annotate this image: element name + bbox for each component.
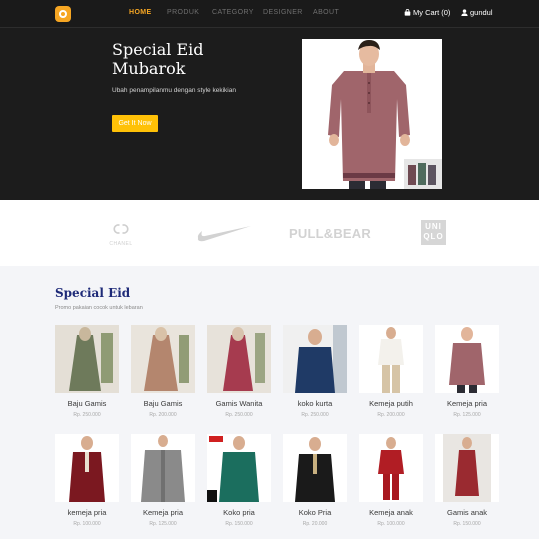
nike-swoosh-icon bbox=[197, 226, 251, 242]
user-name: gundul bbox=[470, 8, 493, 17]
product-card[interactable]: koko kurta Rp. 250.000 bbox=[283, 325, 347, 418]
product-card[interactable]: Kemeja anak Rp. 100.000 bbox=[359, 434, 423, 527]
shopping-bag-icon bbox=[404, 9, 411, 16]
product-name[interactable]: kemeja pria bbox=[55, 508, 119, 517]
special-eid-section: Special Eid Promo pakaian cocok untuk le… bbox=[0, 266, 539, 539]
product-price: Rp. 250.000 bbox=[225, 412, 253, 418]
nav-link-produk[interactable]: PRODUK bbox=[167, 9, 199, 16]
cart-label: My Cart bbox=[413, 8, 440, 17]
product-image[interactable] bbox=[55, 434, 119, 502]
product-name[interactable]: Kemeja pria bbox=[435, 399, 499, 408]
nav-link-category[interactable]: CATEGORY bbox=[212, 9, 254, 16]
brand-nike[interactable] bbox=[196, 223, 252, 248]
product-name[interactable]: Gamis Wanita bbox=[207, 399, 271, 408]
product-price: Rp. 20.000 bbox=[302, 521, 328, 527]
product-price: Rp. 150.000 bbox=[453, 521, 481, 527]
brand-uniqlo[interactable]: UNI QLO bbox=[421, 220, 446, 245]
hero-banner: Special Eid Mubarok Ubah penampilanmu de… bbox=[0, 28, 539, 200]
product-price: Rp. 250.000 bbox=[301, 412, 329, 418]
user-menu[interactable]: gundul bbox=[461, 8, 493, 17]
hero-product-image[interactable] bbox=[302, 39, 442, 189]
product-image[interactable] bbox=[55, 325, 119, 393]
hero-subtitle: Ubah penampilanmu dengan style kekikian bbox=[112, 87, 236, 94]
nav-link-home[interactable]: HOME bbox=[129, 9, 152, 16]
product-card[interactable]: Koko Pria Rp. 20.000 bbox=[283, 434, 347, 527]
product-card[interactable]: Baju Gamis Rp. 250.000 bbox=[55, 325, 119, 418]
product-image[interactable] bbox=[207, 434, 271, 502]
brand-chanel[interactable]: CHANEL bbox=[105, 222, 137, 247]
cart-count: (0) bbox=[441, 8, 451, 17]
product-card[interactable]: kemeja pria Rp. 100.000 bbox=[55, 434, 119, 527]
product-price: Rp. 125.000 bbox=[149, 521, 177, 527]
nav-link-about[interactable]: ABOUT bbox=[313, 9, 339, 16]
brand-pull-and-bear[interactable]: PULL&BEAR bbox=[289, 226, 371, 241]
brand-uniqlo-label: UNI QLO bbox=[423, 222, 444, 241]
product-name[interactable]: Kemeja putih bbox=[359, 399, 423, 408]
product-name[interactable]: Gamis anak bbox=[435, 508, 499, 517]
product-price: Rp. 150.000 bbox=[225, 521, 253, 527]
product-image[interactable] bbox=[435, 434, 499, 502]
product-card[interactable]: Kemeja pria Rp. 125.000 bbox=[435, 325, 499, 418]
product-price: Rp. 125.000 bbox=[453, 412, 481, 418]
product-card[interactable]: Baju Gamis Rp. 200.000 bbox=[131, 325, 195, 418]
product-price: Rp. 200.000 bbox=[377, 412, 405, 418]
chanel-logo-icon bbox=[113, 224, 129, 234]
product-name[interactable]: Koko Pria bbox=[283, 508, 347, 517]
product-card[interactable]: Kemeja pria Rp. 125.000 bbox=[131, 434, 195, 527]
product-image[interactable] bbox=[359, 325, 423, 393]
nav-link-designer[interactable]: DESIGNER bbox=[263, 9, 303, 16]
product-card[interactable]: Kemeja putih Rp. 200.000 bbox=[359, 325, 423, 418]
product-image[interactable] bbox=[283, 434, 347, 502]
brand-logo-icon[interactable] bbox=[55, 6, 71, 22]
product-name[interactable]: koko kurta bbox=[283, 399, 347, 408]
product-name[interactable]: Kemeja anak bbox=[359, 508, 423, 517]
navbar: HOME PRODUK CATEGORY DESIGNER ABOUT My C… bbox=[0, 0, 539, 28]
section-subtitle: Promo pakaian cocok untuk lebaran bbox=[55, 305, 143, 311]
product-card[interactable]: Gamis Wanita Rp. 250.000 bbox=[207, 325, 271, 418]
hero-title: Special Eid Mubarok bbox=[112, 40, 204, 78]
product-card[interactable]: Koko pria Rp. 150.000 bbox=[207, 434, 271, 527]
product-image[interactable] bbox=[131, 325, 195, 393]
product-image[interactable] bbox=[283, 325, 347, 393]
product-name[interactable]: Kemeja pria bbox=[131, 508, 195, 517]
product-name[interactable]: Baju Gamis bbox=[55, 399, 119, 408]
product-image[interactable] bbox=[131, 434, 195, 502]
get-it-now-button[interactable]: Get It Now bbox=[112, 115, 158, 132]
product-image[interactable] bbox=[359, 434, 423, 502]
product-card[interactable]: Gamis anak Rp. 150.000 bbox=[435, 434, 499, 527]
product-price: Rp. 250.000 bbox=[73, 412, 101, 418]
uniqlo-logo-box: UNI QLO bbox=[421, 220, 446, 245]
product-price: Rp. 200.000 bbox=[149, 412, 177, 418]
user-icon bbox=[461, 9, 468, 16]
section-title: Special Eid bbox=[55, 286, 131, 300]
product-image[interactable] bbox=[435, 325, 499, 393]
brand-chanel-label: CHANEL bbox=[109, 241, 133, 247]
brand-strip: CHANEL PULL&BEAR UNI QLO bbox=[0, 200, 539, 266]
product-price: Rp. 100.000 bbox=[73, 521, 101, 527]
product-price: Rp. 100.000 bbox=[377, 521, 405, 527]
product-name[interactable]: Baju Gamis bbox=[131, 399, 195, 408]
cart-link[interactable]: My Cart (0) bbox=[404, 8, 450, 17]
product-image[interactable] bbox=[207, 325, 271, 393]
product-name[interactable]: Koko pria bbox=[207, 508, 271, 517]
